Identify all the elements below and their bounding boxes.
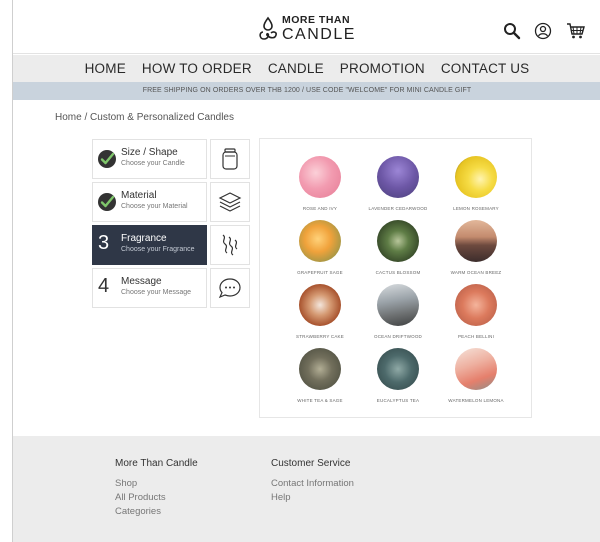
- account-icon[interactable]: [534, 22, 552, 40]
- step-message[interactable]: 4 Message Choose your Message: [92, 268, 207, 308]
- fragrance-thumbnail: [299, 156, 341, 198]
- breadcrumb-separator: /: [84, 112, 88, 123]
- fragrance-thumbnail: [299, 220, 341, 262]
- fragrance-label: GRAPEFRUIT SAGE: [297, 270, 343, 275]
- fragrance-label: STRAWBERRY CAKE: [296, 334, 344, 339]
- scent-icon: [210, 225, 250, 265]
- step-subtitle: Choose your Fragrance: [121, 246, 195, 253]
- fragrance-label: WHITE TEA & SAGE: [297, 398, 343, 403]
- footer-link-contact-information[interactable]: Contact Information: [271, 478, 354, 489]
- footer-link-categories[interactable]: Categories: [115, 506, 198, 517]
- fragrance-label: CACTUS BLOSSOM: [375, 270, 421, 275]
- cart-icon[interactable]: [566, 22, 586, 40]
- site-logo[interactable]: MORE THAN CANDLE: [257, 15, 356, 43]
- promo-banner: FREE SHIPPING ON ORDERS OVER THB 1200 / …: [13, 82, 600, 100]
- fragrance-thumbnail: [455, 220, 497, 262]
- footer-link-shop[interactable]: Shop: [115, 478, 198, 489]
- fragrance-strawberry-cake[interactable]: STRAWBERRY CAKE: [280, 284, 360, 339]
- fragrance-label: PEACH BELLINI: [457, 334, 495, 339]
- fragrance-peach-bellini[interactable]: PEACH BELLINI: [436, 284, 516, 339]
- breadcrumb-current: Custom & Personalized Candles: [90, 112, 234, 123]
- step-number: 3: [98, 232, 110, 254]
- step-subtitle: Choose your Message: [121, 289, 192, 296]
- fragrance-warm-ocean-breez[interactable]: WARM OCEAN BREEZ: [436, 220, 516, 275]
- fragrance-ocean-driftwood[interactable]: OCEAN DRIFTWOOD: [358, 284, 438, 339]
- candle-logo-icon: [259, 16, 277, 40]
- breadcrumb: Home / Custom & Personalized Candles: [55, 112, 234, 123]
- layers-icon: [210, 182, 250, 222]
- jar-icon: [210, 139, 250, 179]
- fragrance-thumbnail: [377, 156, 419, 198]
- logo-bottom-text: CANDLE: [282, 25, 356, 43]
- fragrance-lemon-rosemary[interactable]: LEMON ROSEMARY: [436, 156, 516, 211]
- site-header: MORE THAN CANDLE: [13, 0, 600, 54]
- nav-candle[interactable]: CANDLE: [268, 61, 324, 76]
- fragrance-grid: ROSE AND IVY LAVENDER CEDARWOOD LEMON RO…: [259, 138, 532, 418]
- fragrance-thumbnail: [455, 348, 497, 390]
- search-icon[interactable]: [503, 22, 521, 40]
- site-footer: More Than Candle Shop All Products Categ…: [13, 436, 600, 542]
- fragrance-watermelon-lemona[interactable]: WATERMELON LEMONA: [436, 348, 516, 403]
- fragrance-thumbnail: [455, 284, 497, 326]
- nav-home[interactable]: HOME: [85, 61, 126, 76]
- step-material[interactable]: Material Choose your Material: [92, 182, 207, 222]
- footer-heading: More Than Candle: [115, 458, 198, 469]
- fragrance-label: LEMON ROSEMARY: [453, 206, 499, 211]
- nav-promotion[interactable]: PROMOTION: [340, 61, 425, 76]
- breadcrumb-home[interactable]: Home: [55, 112, 82, 123]
- fragrance-grapefruit-sage[interactable]: GRAPEFRUIT SAGE: [280, 220, 360, 275]
- nav-how-to-order[interactable]: HOW TO ORDER: [142, 61, 252, 76]
- step-title: Size / Shape: [121, 147, 178, 158]
- step-number: 4: [98, 275, 110, 297]
- fragrance-white-tea-and-sage[interactable]: WHITE TEA & SAGE: [280, 348, 360, 403]
- step-subtitle: Choose your Candle: [121, 160, 185, 167]
- step-title: Material: [121, 190, 157, 201]
- page-frame: MORE THAN CANDLE HOME HOW TO ORDER CANDL…: [12, 0, 600, 542]
- fragrance-label: OCEAN DRIFTWOOD: [374, 334, 422, 339]
- fragrance-thumbnail: [455, 156, 497, 198]
- fragrance-rose-and-ivy[interactable]: ROSE AND IVY: [280, 156, 360, 211]
- fragrance-thumbnail: [299, 284, 341, 326]
- fragrance-label: WARM OCEAN BREEZ: [450, 270, 502, 275]
- fragrance-thumbnail: [377, 284, 419, 326]
- footer-col-customer-service: Customer Service Contact Information Hel…: [271, 458, 354, 506]
- fragrance-thumbnail: [377, 220, 419, 262]
- main-nav: HOME HOW TO ORDER CANDLE PROMOTION CONTA…: [13, 55, 600, 82]
- fragrance-label: WATERMELON LEMONA: [448, 398, 504, 403]
- step-title: Message: [121, 276, 162, 287]
- fragrance-thumbnail: [377, 348, 419, 390]
- fragrance-label: LAVENDER CEDARWOOD: [368, 206, 428, 211]
- step-size-shape[interactable]: Size / Shape Choose your Candle: [92, 139, 207, 179]
- footer-link-help[interactable]: Help: [271, 492, 354, 503]
- fragrance-thumbnail: [299, 348, 341, 390]
- fragrance-label: ROSE AND IVY: [302, 206, 338, 211]
- step-fragrance[interactable]: 3 Fragrance Choose your Fragrance: [92, 225, 207, 265]
- chat-icon: [210, 268, 250, 308]
- fragrance-lavender-cedarwood[interactable]: LAVENDER CEDARWOOD: [358, 156, 438, 211]
- nav-contact-us[interactable]: CONTACT US: [441, 61, 530, 76]
- step-subtitle: Choose your Material: [121, 203, 188, 210]
- footer-link-all-products[interactable]: All Products: [115, 492, 198, 503]
- fragrance-label: EUCALYPTUS TEA: [376, 398, 420, 403]
- step-title: Fragrance: [121, 233, 167, 244]
- footer-heading: Customer Service: [271, 458, 351, 469]
- footer-col-more-than-candle: More Than Candle Shop All Products Categ…: [115, 458, 198, 520]
- fragrance-cactus-blossom[interactable]: CACTUS BLOSSOM: [358, 220, 438, 275]
- check-icon: [98, 193, 116, 211]
- check-icon: [98, 150, 116, 168]
- fragrance-eucalyptus-tea[interactable]: EUCALYPTUS TEA: [358, 348, 438, 403]
- logo-top-text: MORE THAN: [282, 14, 351, 26]
